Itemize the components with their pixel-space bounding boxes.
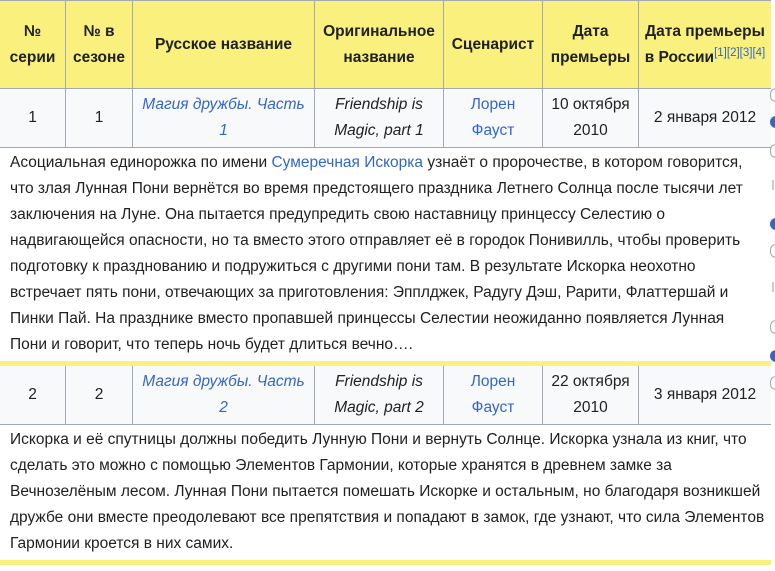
episode-season-no: 1 bbox=[65, 88, 133, 148]
header-series-no: № серии bbox=[0, 0, 66, 89]
radio-icon bbox=[770, 320, 775, 334]
header-ru-title: Русское название bbox=[132, 0, 315, 89]
episode-ru-premiere: 3 января 2012 bbox=[638, 363, 772, 425]
reference-links: [1][2][3][4] bbox=[714, 46, 765, 59]
episode-summary-row: Искорка и её спутницы должны победить Лу… bbox=[0, 424, 772, 565]
character-link[interactable]: Сумеречная Искорка bbox=[271, 154, 423, 171]
episode-ru-title-link[interactable]: Магия дружбы. Часть 1 bbox=[142, 96, 304, 139]
summary-text-start: Асоциальная единорожка по имени bbox=[10, 154, 272, 171]
episode-ru-title-cell: Магия дружбы. Часть 1 bbox=[132, 88, 315, 148]
radio-icon bbox=[770, 144, 775, 158]
episode-row: 2 2 Магия дружбы. Часть 2 Friendship is … bbox=[0, 363, 772, 425]
radio-icon bbox=[770, 244, 775, 258]
episode-premiere: 10 октября 2010 bbox=[542, 88, 639, 148]
episode-ru-title-cell: Магия дружбы. Часть 2 bbox=[132, 363, 315, 425]
header-ru-premiere: Дата премьеры в России[1][2][3][4] bbox=[638, 0, 772, 89]
radio-selected-icon bbox=[770, 350, 775, 362]
radio-icon bbox=[770, 88, 775, 102]
episode-premiere: 22 октября 2010 bbox=[542, 363, 639, 425]
episode-season-no: 2 bbox=[65, 363, 133, 425]
summary-text-rest: узнаёт о пророчестве, в котором говоритс… bbox=[10, 154, 743, 353]
radio-icon bbox=[770, 376, 775, 390]
header-writer: Сценарист bbox=[443, 0, 543, 89]
episode-summary-row: Асоциальная единорожка по имени Сумеречн… bbox=[0, 147, 772, 366]
header-ru-premiere-label: Дата премьеры в России bbox=[644, 22, 765, 66]
header-season-no: № в сезоне bbox=[65, 0, 133, 89]
reference-link-3[interactable]: [3] bbox=[740, 46, 753, 59]
episode-orig-title: Friendship is Magic, part 2 bbox=[314, 363, 444, 425]
episode-writer-link[interactable]: Лорен Фауст bbox=[471, 96, 516, 139]
divider-tick-icon bbox=[772, 180, 774, 190]
reference-link-1[interactable]: [1] bbox=[714, 46, 727, 59]
episode-writer-cell: Лорен Фауст bbox=[443, 363, 543, 425]
episode-series-no: 1 bbox=[0, 88, 66, 148]
divider-tick-icon bbox=[772, 282, 774, 292]
episode-ru-premiere: 2 января 2012 bbox=[638, 88, 772, 148]
episode-writer-cell: Лорен Фауст bbox=[443, 88, 543, 148]
reference-link-4[interactable]: [4] bbox=[752, 46, 765, 59]
radio-selected-icon bbox=[770, 218, 775, 230]
episodes-table: № серии № в сезоне Русское название Ориг… bbox=[0, 0, 772, 565]
header-premiere: Дата премьеры bbox=[542, 0, 639, 89]
episode-summary: Искорка и её спутницы должны победить Лу… bbox=[0, 424, 772, 565]
episode-writer-link[interactable]: Лорен Фауст bbox=[471, 373, 516, 416]
episode-orig-title: Friendship is Magic, part 1 bbox=[314, 88, 444, 148]
episode-ru-title-link[interactable]: Магия дружбы. Часть 2 bbox=[142, 373, 304, 416]
episode-row: 1 1 Магия дружбы. Часть 1 Friendship is … bbox=[0, 88, 772, 148]
reference-link-2[interactable]: [2] bbox=[727, 46, 740, 59]
episode-series-no: 2 bbox=[0, 363, 66, 425]
radio-selected-icon bbox=[770, 116, 775, 128]
header-row: № серии № в сезоне Русское название Ориг… bbox=[0, 0, 772, 89]
header-orig-title: Оригинальное название bbox=[314, 0, 444, 89]
episode-summary: Асоциальная единорожка по имени Сумеречн… bbox=[0, 147, 772, 366]
